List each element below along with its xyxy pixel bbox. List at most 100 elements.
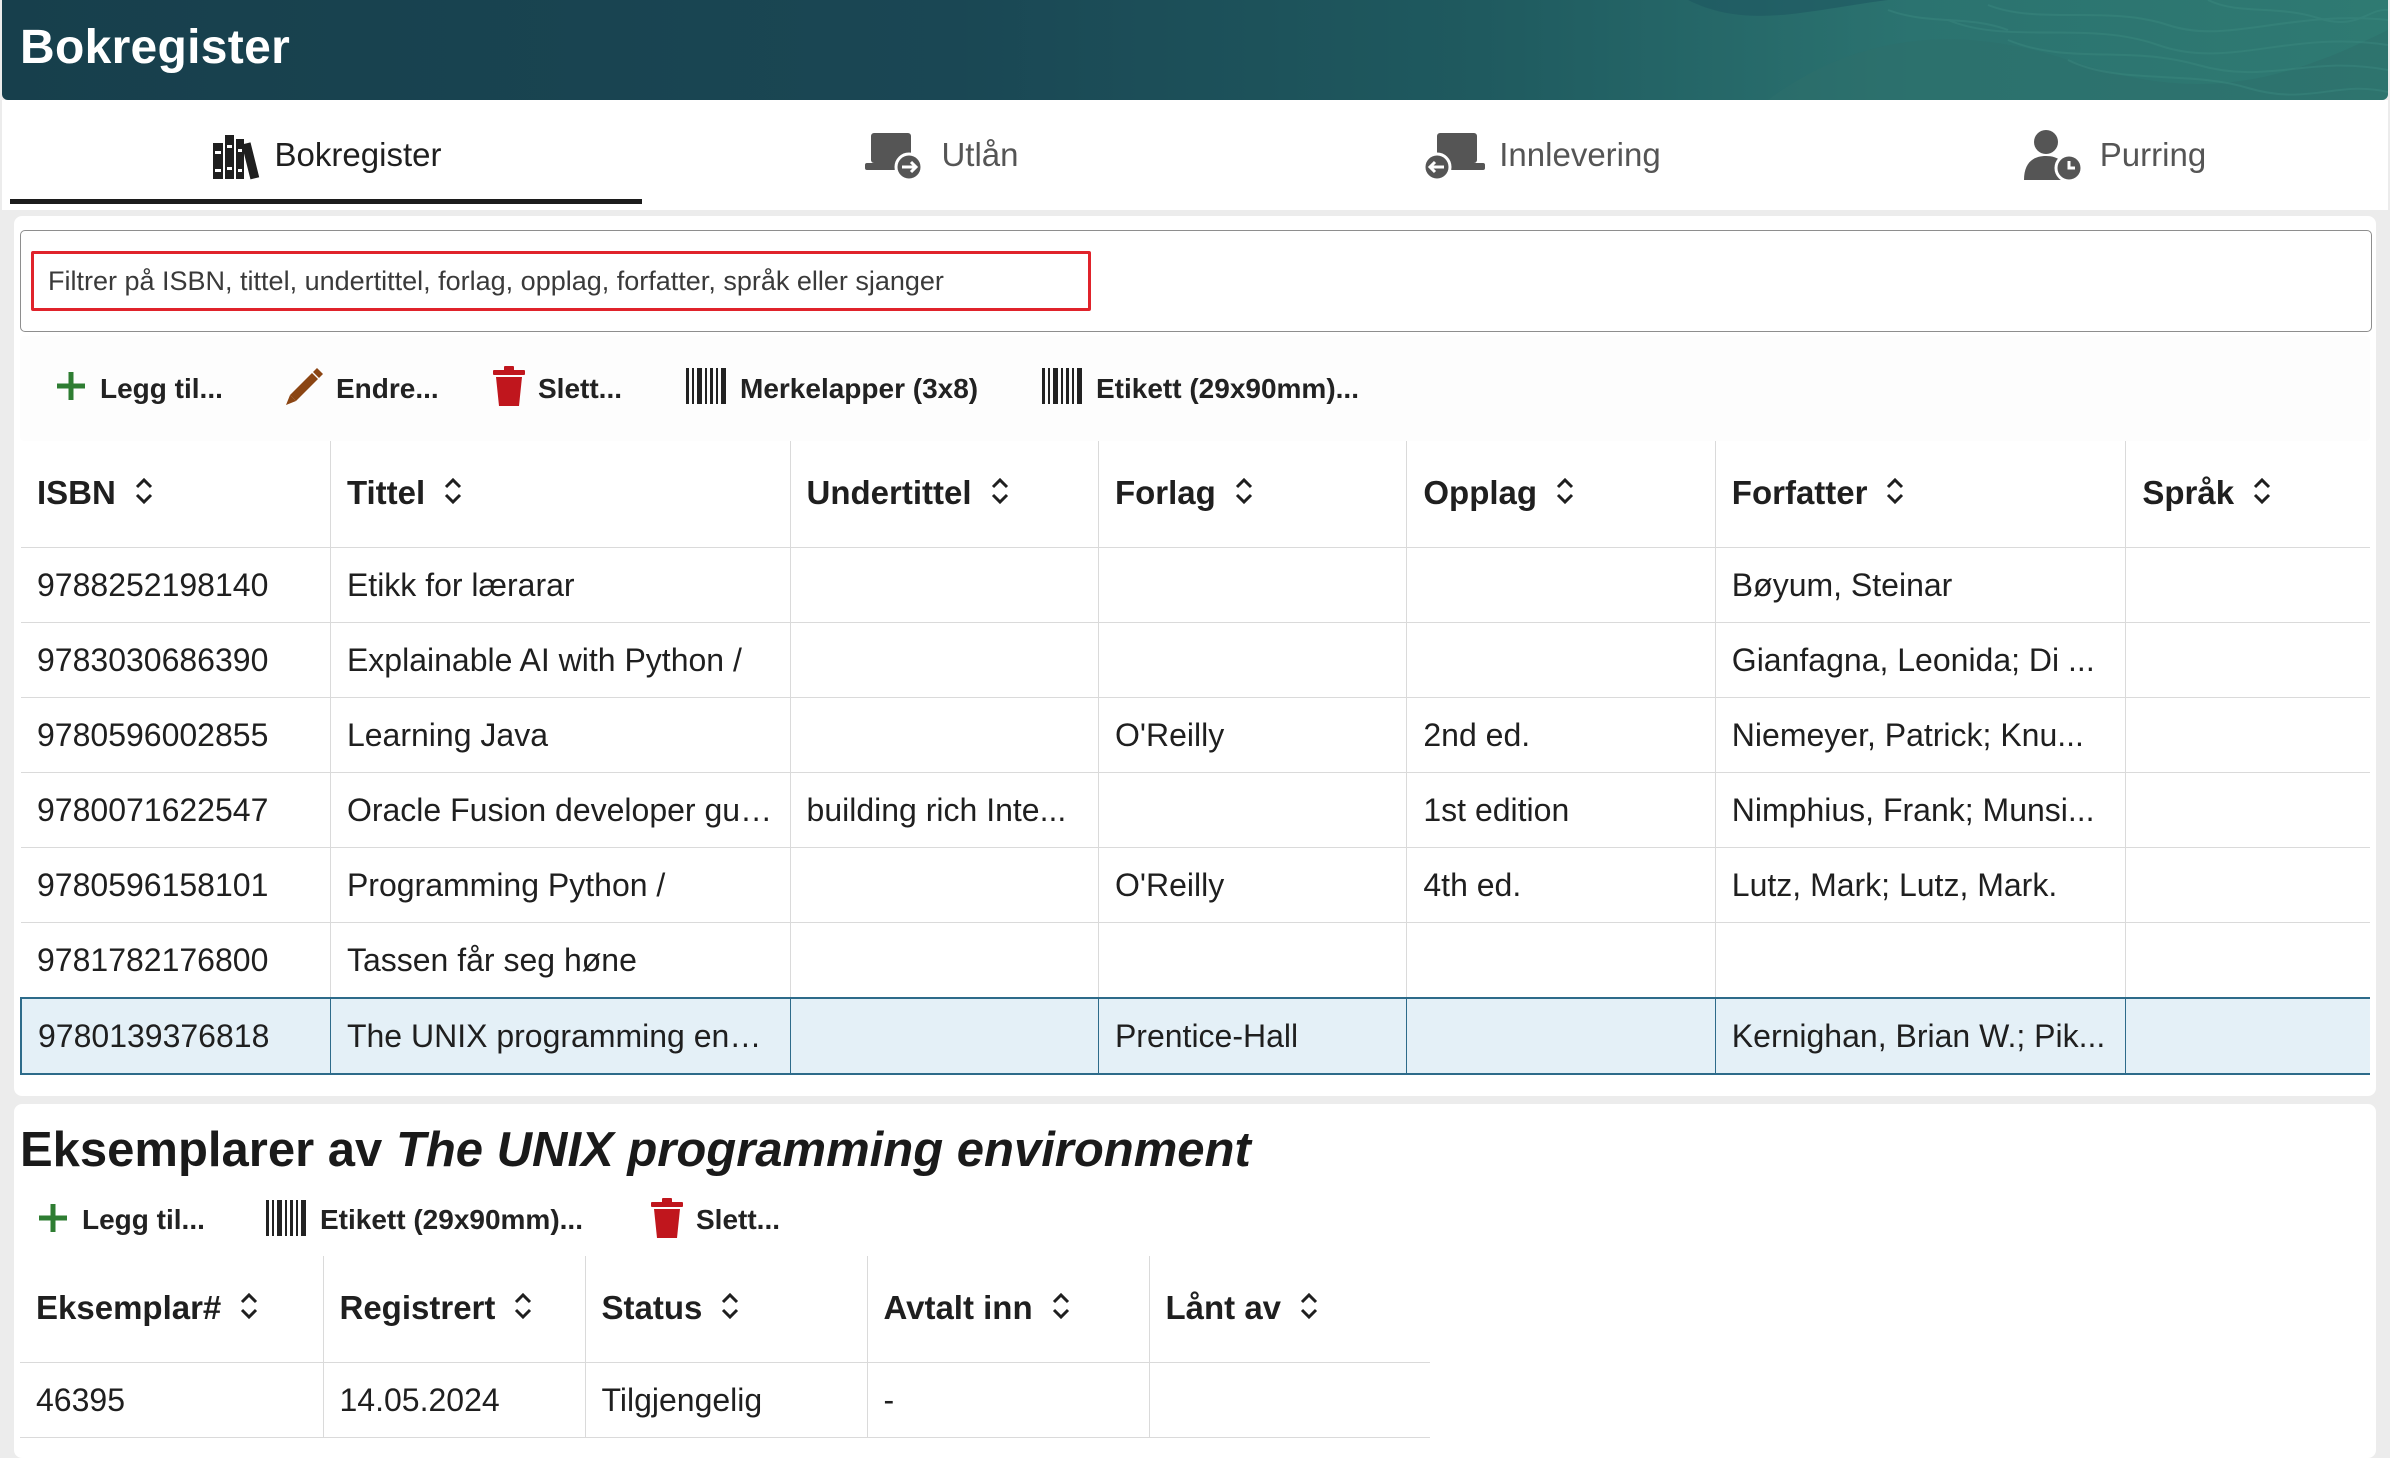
add-copy-button[interactable]: Legg til... (36, 1190, 205, 1250)
column-header-tittel[interactable]: Tittel (330, 441, 791, 548)
column-header-opplag[interactable]: Opplag (1406, 441, 1716, 548)
column-label: ISBN (37, 473, 116, 511)
cell-forfatter: Bøyum, Steinar (1715, 547, 2127, 623)
cell-tittel: Tassen får seg høne (330, 922, 791, 999)
column-header-avtalt-inn[interactable]: Avtalt inn (867, 1256, 1150, 1363)
sort-icon (443, 476, 463, 514)
column-label: Opplag (1423, 473, 1538, 511)
cell-undertittel (790, 697, 1099, 773)
cell-forlag: Prentice-Hall (1098, 997, 1408, 1075)
print-label-button[interactable]: Etikett (29x90mm)... (1042, 336, 1359, 441)
add-book-button[interactable]: Legg til... (54, 336, 223, 441)
plus-icon (54, 369, 88, 408)
cell-isbn: 9780139376818 (19, 997, 331, 1075)
barcode-icon (1042, 368, 1084, 409)
tab-purring[interactable]: Purring (1842, 100, 2388, 210)
cell-eksemplar: 46395 (20, 1362, 324, 1438)
tab-bar: Bokregister Utlån Innlevering Purring (2, 100, 2388, 210)
title-prefix: Eksemplarer av (20, 1123, 383, 1177)
cell-opplag: 2nd ed. (1406, 697, 1716, 773)
edit-book-button[interactable]: Endre... (282, 336, 439, 441)
column-header-status[interactable]: Status (585, 1256, 868, 1363)
column-header-forfatter[interactable]: Forfatter (1715, 441, 2127, 548)
column-header-registrert[interactable]: Registrert (323, 1256, 586, 1363)
column-label: Forlag (1114, 473, 1216, 511)
button-label: Etikett (29x90mm)... (1096, 372, 1359, 404)
cell-undertittel (790, 622, 1099, 698)
print-copy-label-button[interactable]: Etikett (29x90mm)... (266, 1190, 583, 1250)
column-header-lant-av[interactable]: Lånt av (1149, 1256, 1430, 1363)
table-row[interactable]: 9780071622547 Oracle Fusion developer gu… (21, 772, 2370, 848)
sort-icon (990, 476, 1010, 514)
laptop-arrow-in-icon (1423, 129, 1486, 181)
cell-tittel: The UNIX programming enviro... (330, 997, 791, 1075)
table-row[interactable]: 9780596002855 Learning Java O'Reilly 2nd… (21, 697, 2370, 773)
cell-opplag: 1st edition (1406, 772, 1716, 848)
table-row[interactable]: 9780596158101 Programming Python / O'Rei… (21, 847, 2370, 923)
button-label: Legg til... (100, 372, 223, 404)
cell-opplag (1406, 547, 1716, 623)
table-row[interactable]: 46395 14.05.2024 Tilgjengelig - (20, 1362, 1430, 1438)
pencil-icon (282, 365, 324, 412)
cell-tittel: Explainable AI with Python / (330, 622, 791, 698)
tab-bokregister[interactable]: Bokregister (10, 100, 642, 210)
cell-status: Tilgjengelig (585, 1362, 868, 1438)
cell-forlag: O'Reilly (1098, 697, 1408, 773)
column-header-forlag[interactable]: Forlag (1098, 441, 1408, 548)
cell-sprak (2125, 547, 2370, 623)
cell-forlag (1098, 772, 1408, 848)
print-labels-button[interactable]: Merkelapper (3x8) (686, 336, 978, 441)
column-label: Avtalt inn (883, 1288, 1033, 1326)
cell-isbn: 9781782176800 (21, 922, 331, 999)
table-row[interactable]: 9781782176800 Tassen får seg høne (21, 922, 2370, 999)
cell-opplag (1406, 622, 1716, 698)
books-icon (211, 129, 261, 181)
table-row-selected[interactable]: 9780139376818 The UNIX programming envir… (19, 997, 2370, 1075)
filter-input[interactable] (31, 251, 1091, 311)
cell-undertittel (790, 997, 1099, 1075)
cell-tittel: Oracle Fusion developer guide (330, 772, 791, 848)
cell-forfatter: Gianfagna, Leonida; Di ... (1715, 622, 2127, 698)
column-label: Forfatter (1731, 473, 1868, 511)
column-header-sprak[interactable]: Språk (2125, 441, 2370, 548)
sort-icon (134, 476, 154, 514)
column-header-eksemplar[interactable]: Eksemplar# (20, 1256, 324, 1363)
tab-label: Utlån (941, 136, 1019, 173)
cell-sprak (2125, 997, 2370, 1075)
cell-forfatter (1715, 922, 2127, 999)
sort-icon (1885, 476, 1905, 514)
trash-icon (492, 366, 526, 411)
sort-icon (1051, 1291, 1071, 1329)
button-label: Endre... (336, 372, 439, 404)
cell-forfatter: Lutz, Mark; Lutz, Mark. (1715, 847, 2127, 923)
cell-forlag (1098, 622, 1408, 698)
barcode-icon (686, 368, 728, 409)
cell-forlag (1098, 922, 1408, 999)
cell-opplag: 4th ed. (1406, 847, 1716, 923)
column-label: Eksemplar# (36, 1288, 222, 1326)
cell-opplag (1406, 922, 1716, 999)
tab-utlan[interactable]: Utlån (642, 100, 1242, 210)
cell-isbn: 9780071622547 (21, 772, 331, 848)
delete-copy-button[interactable]: Slett... (650, 1190, 780, 1250)
tab-innlevering[interactable]: Innlevering (1242, 100, 1842, 210)
app-title: Bokregister (20, 21, 291, 74)
cell-undertittel (790, 922, 1099, 999)
column-header-isbn[interactable]: ISBN (21, 441, 331, 548)
column-label: Lånt av (1165, 1288, 1282, 1326)
cell-forlag: O'Reilly (1098, 847, 1408, 923)
cell-forfatter: Nimphius, Frank; Munsi... (1715, 772, 2127, 848)
delete-book-button[interactable]: Slett... (492, 336, 622, 441)
copies-section-title: Eksemplarer av The UNIX programming envi… (20, 1122, 1251, 1178)
table-header-row: Eksemplar# Registrert Status Avtalt inn … (20, 1256, 1430, 1363)
button-label: Merkelapper (3x8) (740, 372, 979, 404)
cell-isbn: 9780596002855 (21, 697, 331, 773)
sort-icon (513, 1291, 533, 1329)
table-row[interactable]: 9788252198140 Etikk for lærarar Bøyum, S… (21, 547, 2370, 623)
cell-opplag (1406, 997, 1716, 1075)
tab-label: Bokregister (274, 136, 442, 173)
column-header-undertittel[interactable]: Undertittel (790, 441, 1099, 548)
column-label: Undertittel (806, 473, 972, 511)
table-row[interactable]: 9783030686390 Explainable AI with Python… (21, 622, 2370, 698)
cell-isbn: 9788252198140 (21, 547, 331, 623)
